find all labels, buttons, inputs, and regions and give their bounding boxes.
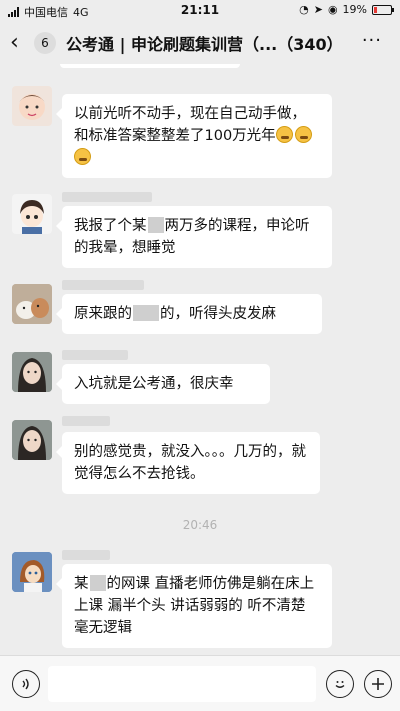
message-input[interactable]: [48, 666, 316, 702]
more-icon[interactable]: ···: [362, 30, 382, 51]
input-bar: [0, 655, 400, 711]
crying-laughing-emoji-icon: [74, 148, 91, 165]
chat-title: 公考通 | 申论刷题集训营（...（340）: [66, 35, 343, 54]
redacted-mask: [133, 305, 159, 321]
message-text: 某: [74, 576, 89, 592]
previous-message-bubble: [60, 64, 240, 68]
emoji-icon[interactable]: [326, 670, 354, 698]
battery-icon: [372, 4, 394, 15]
message-bubble[interactable]: 别的感觉贵，就没入。。。几万的，就觉得怎么不去抢钱。: [56, 432, 320, 494]
battery-fill: [374, 6, 378, 13]
rotation-lock-icon: ◉: [327, 3, 338, 16]
add-icon[interactable]: [364, 670, 392, 698]
redacted-mask: [89, 575, 106, 591]
message-text: 我报了个某: [74, 218, 147, 234]
sender-name: [62, 192, 152, 202]
avatar[interactable]: [12, 194, 52, 234]
message-bubble[interactable]: 我报了个某 两万多的课程，申论听的我晕，想睡觉: [56, 206, 332, 268]
avatar[interactable]: [12, 352, 52, 392]
chat-header: ‹ 6 公考通 | 申论刷题集训营（...（340） ···: [0, 22, 400, 64]
message-bubble[interactable]: 某的网课 直播老师仿佛是躺在床上上课 漏半个头 讲话弱弱的 听不清楚 毫无逻辑: [56, 564, 332, 648]
location-icon: ➤: [313, 3, 323, 16]
back-button[interactable]: ‹: [10, 32, 32, 54]
avatar[interactable]: [12, 420, 52, 460]
redacted-mask: [147, 217, 164, 233]
message-text: 的网课 直播老师仿佛是躺在床上上课 漏半个头 讲话弱弱的 听不清楚 毫无逻辑: [74, 576, 315, 636]
alarm-icon: ◔: [299, 3, 309, 16]
avatar[interactable]: [12, 86, 52, 126]
sender-name: [62, 350, 128, 360]
message-bubble[interactable]: 原来跟的 的，听得头皮发麻: [56, 294, 322, 334]
status-bar: 中国电信 4G 21:11 ◔ ➤ ◉ 19%: [0, 0, 400, 22]
sender-name: [62, 416, 110, 426]
sender-name: [62, 550, 110, 560]
status-right: ◔ ➤ ◉ 19%: [299, 3, 394, 16]
message-timestamp: 20:46: [182, 518, 218, 532]
message-bubble[interactable]: 入坑就是公考通，很庆幸: [56, 364, 270, 404]
message-text: 别的感觉贵，就没入。。。几万的，就觉得怎么不去抢钱。: [74, 444, 306, 482]
sender-name: [62, 280, 144, 290]
message-text: 的，听得头皮发麻: [160, 306, 276, 322]
voice-input-icon[interactable]: [12, 670, 40, 698]
message-text: 以前光听不动手，现在自己动手做，和标准答案整整差了100万光年: [74, 106, 306, 144]
avatar[interactable]: [12, 552, 52, 592]
unread-count-badge[interactable]: 6: [34, 32, 56, 54]
battery-percent: 19%: [342, 3, 367, 16]
message-text: 原来跟的: [74, 306, 132, 322]
message-bubble[interactable]: 以前光听不动手，现在自己动手做，和标准答案整整差了100万光年: [56, 94, 332, 178]
avatar[interactable]: [12, 284, 52, 324]
crying-laughing-emoji-icon: [275, 126, 293, 143]
message-list[interactable]: 以前光听不动手，现在自己动手做，和标准答案整整差了100万光年 我报了个某 两万多…: [0, 64, 400, 655]
crying-laughing-emoji-icon: [294, 126, 312, 143]
message-text: 入坑就是公考通，很庆幸: [74, 376, 234, 392]
